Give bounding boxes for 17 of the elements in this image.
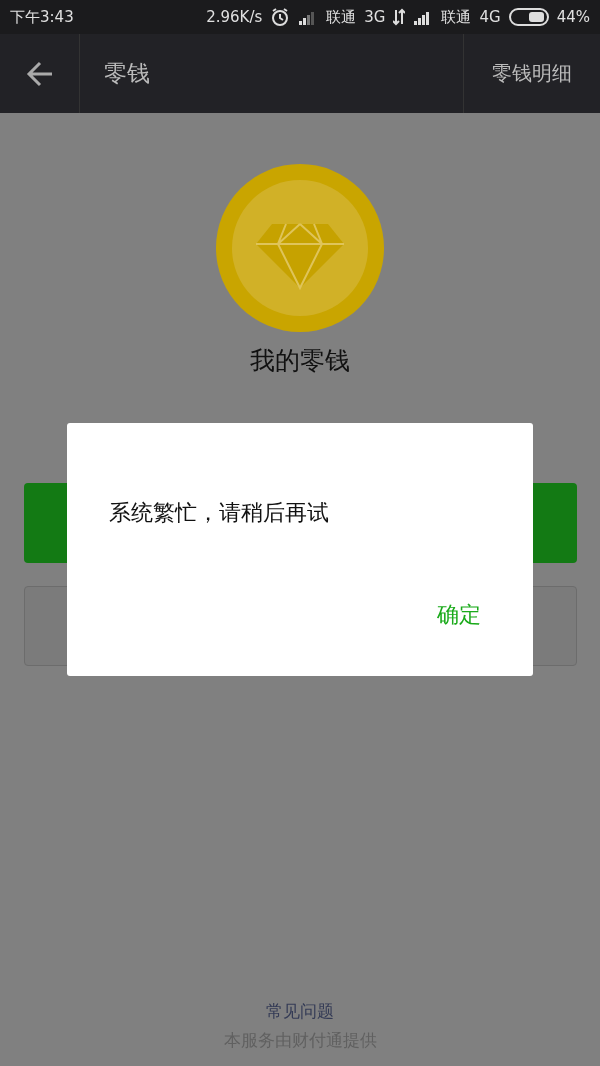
status-time: 下午3:43: [10, 7, 74, 27]
network-type: 3G: [364, 8, 386, 26]
carrier-name: 联通: [326, 7, 357, 27]
battery-percent: 44%: [556, 8, 590, 26]
diamond-coin-icon: [216, 164, 384, 332]
data-arrows-icon: [393, 8, 406, 26]
details-button[interactable]: 零钱明细: [463, 34, 600, 113]
network-speed: 2.96K/s: [206, 8, 263, 26]
confirm-button[interactable]: 确定: [425, 596, 493, 634]
page-title: 零钱: [104, 59, 150, 88]
network-type: 4G: [479, 8, 501, 26]
balance-label: 我的零钱: [250, 345, 350, 377]
faq-link[interactable]: 常见问题: [266, 1000, 334, 1023]
alarm-icon: [270, 7, 291, 27]
carrier-name: 联通: [441, 7, 472, 27]
dialog-message: 系统繁忙，请稍后再试: [109, 499, 330, 527]
battery-icon: [508, 8, 549, 26]
